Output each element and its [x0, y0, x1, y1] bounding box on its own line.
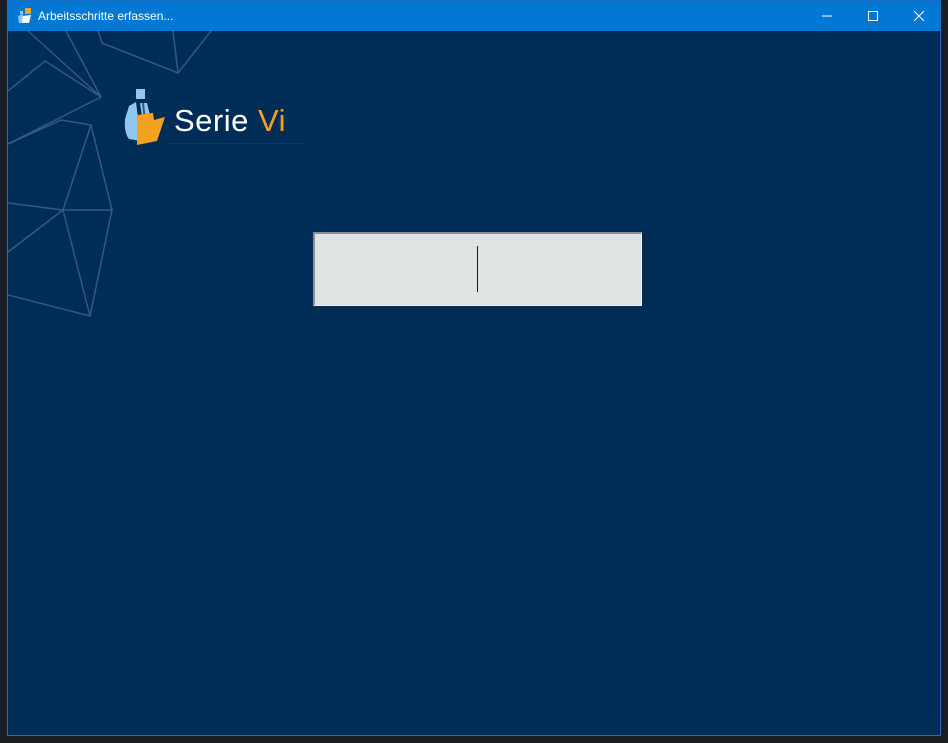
- serie-vi-logo: Serie Vi: [120, 89, 320, 145]
- logo-text-serie: Serie: [174, 103, 249, 138]
- maximize-button[interactable]: [850, 1, 896, 31]
- close-button[interactable]: [896, 1, 940, 31]
- logo-text-vi: Vi: [258, 103, 287, 138]
- close-icon: [914, 11, 924, 21]
- logo-wordmark: Serie Vi: [174, 103, 286, 139]
- decorative-background-lines: [8, 31, 212, 317]
- maximize-icon: [868, 11, 878, 21]
- text-input-field[interactable]: [313, 232, 642, 306]
- minimize-button[interactable]: [804, 1, 850, 31]
- title-bar[interactable]: Arbeitsschritte erfassen...: [8, 1, 940, 31]
- person-folder-icon: [120, 89, 168, 145]
- window-title: Arbeitsschritte erfassen...: [38, 9, 174, 23]
- app-window: Arbeitsschritte erfassen... Serie Vi: [7, 0, 941, 736]
- logo-underline: [170, 143, 302, 144]
- text-caret: [477, 246, 478, 292]
- app-icon: [16, 7, 34, 25]
- minimize-icon: [822, 11, 832, 21]
